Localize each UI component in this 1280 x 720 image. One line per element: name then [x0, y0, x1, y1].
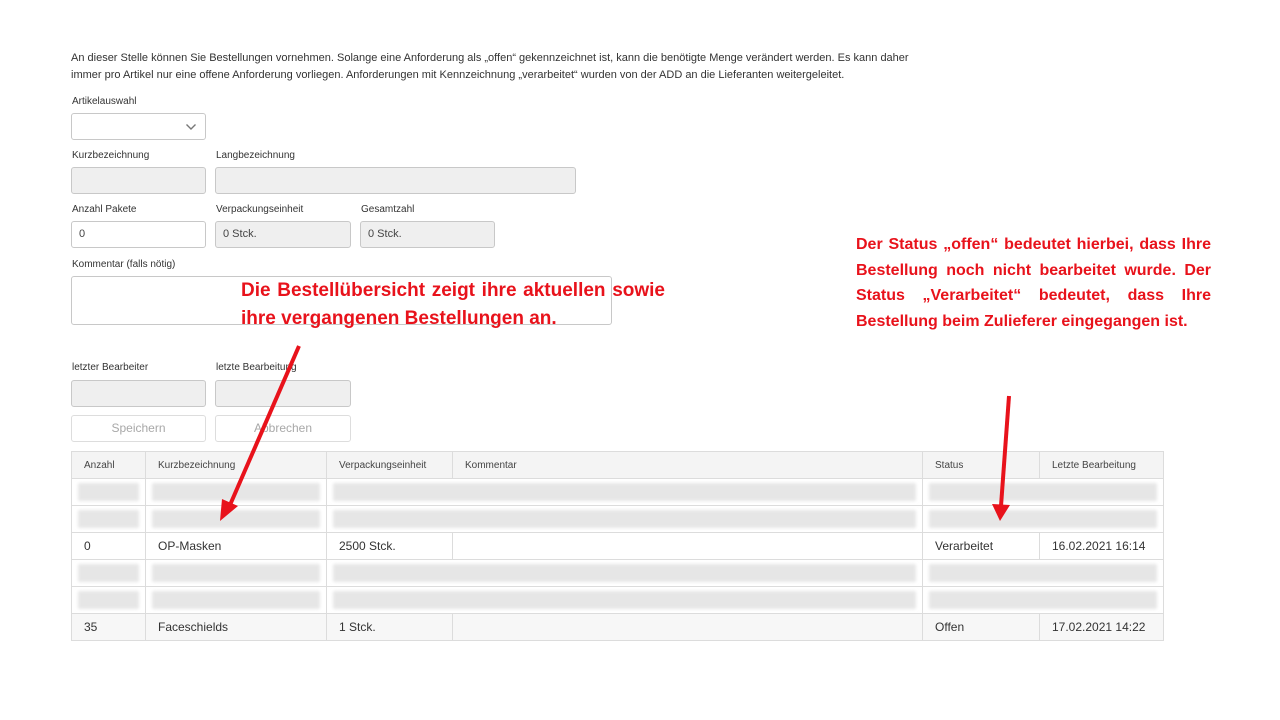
verpackungseinheit-label: Verpackungseinheit	[216, 204, 304, 215]
redacted-cell	[922, 505, 1164, 533]
letzter-bearbeiter-label: letzter Bearbeiter	[72, 362, 149, 373]
cell-status: Offen	[922, 613, 1040, 641]
artikelauswahl-label: Artikelauswahl	[72, 96, 137, 107]
letzter-bearbeiter-field	[71, 380, 206, 407]
annotation-overview: Die Bestellübersicht zeigt ihre aktuelle…	[241, 280, 665, 329]
gesamtzahl-label: Gesamtzahl	[361, 204, 415, 215]
redacted-cell	[922, 478, 1164, 506]
table-row[interactable]: 0 OP-Masken 2500 Stck. Verarbeitet 16.02…	[71, 532, 1164, 560]
cell-verpackungseinheit: 1 Stck.	[326, 613, 453, 641]
intro-line-1: An dieser Stelle können Sie Bestellungen…	[71, 52, 909, 64]
annotation-status: Der Status „offen“ bedeutet hierbei, das…	[856, 236, 1211, 330]
intro-text: An dieser Stelle können Sie Bestellungen…	[71, 50, 991, 84]
cell-letzte-bearbeitung: 16.02.2021 16:14	[1039, 532, 1164, 560]
column-header-letzte-bearbeitung[interactable]: Letzte Bearbeitung	[1039, 451, 1164, 479]
column-header-status[interactable]: Status	[922, 451, 1040, 479]
column-header-verpackungseinheit[interactable]: Verpackungseinheit	[326, 451, 453, 479]
redacted-cell	[922, 586, 1164, 614]
table-row-redacted[interactable]	[71, 559, 1164, 587]
redacted-cell	[71, 478, 146, 506]
kommentar-label: Kommentar (falls nötig)	[72, 259, 176, 270]
intro-line-2: immer pro Artikel nur eine offene Anford…	[71, 69, 845, 81]
cell-anzahl: 35	[71, 613, 146, 641]
redacted-cell	[71, 586, 146, 614]
redacted-cell	[145, 586, 327, 614]
redacted-cell	[145, 478, 327, 506]
orders-table: Anzahl Kurzbezeichnung Verpackungseinhei…	[71, 451, 1164, 641]
table-header-row: Anzahl Kurzbezeichnung Verpackungseinhei…	[71, 451, 1164, 479]
table-row[interactable]: 35 Faceschields 1 Stck. Offen 17.02.2021…	[71, 613, 1164, 641]
table-row-redacted[interactable]	[71, 505, 1164, 533]
redacted-cell	[71, 559, 146, 587]
save-button[interactable]: Speichern	[71, 415, 206, 442]
verpackungseinheit-field: 0 Stck.	[215, 221, 351, 248]
redacted-cell	[145, 559, 327, 587]
redacted-cell	[326, 505, 923, 533]
chevron-down-icon	[186, 124, 196, 130]
cell-kurzbezeichnung: Faceschields	[145, 613, 327, 641]
kurzbezeichnung-field	[71, 167, 206, 194]
langbezeichnung-field	[215, 167, 576, 194]
cell-letzte-bearbeitung: 17.02.2021 14:22	[1039, 613, 1164, 641]
artikelauswahl-select[interactable]	[71, 113, 206, 140]
column-header-anzahl[interactable]: Anzahl	[71, 451, 146, 479]
anzahl-pakete-label: Anzahl Pakete	[72, 204, 137, 215]
cell-kurzbezeichnung: OP-Masken	[145, 532, 327, 560]
table-row-redacted[interactable]	[71, 478, 1164, 506]
cell-anzahl: 0	[71, 532, 146, 560]
anzahl-pakete-input[interactable]: 0	[71, 221, 206, 248]
redacted-cell	[145, 505, 327, 533]
column-header-kurzbezeichnung[interactable]: Kurzbezeichnung	[145, 451, 327, 479]
redacted-cell	[922, 559, 1164, 587]
column-header-kommentar[interactable]: Kommentar	[452, 451, 923, 479]
redacted-cell	[326, 586, 923, 614]
redacted-cell	[71, 505, 146, 533]
cell-status: Verarbeitet	[922, 532, 1040, 560]
redacted-cell	[326, 559, 923, 587]
langbezeichnung-label: Langbezeichnung	[216, 150, 295, 161]
cancel-button[interactable]: Abbrechen	[215, 415, 351, 442]
gesamtzahl-field: 0 Stck.	[360, 221, 495, 248]
cell-kommentar	[452, 613, 923, 641]
redacted-cell	[326, 478, 923, 506]
letzte-bearbeitung-label: letzte Bearbeitung	[216, 362, 297, 373]
letzte-bearbeitung-field	[215, 380, 351, 407]
table-row-redacted[interactable]	[71, 586, 1164, 614]
cell-verpackungseinheit: 2500 Stck.	[326, 532, 453, 560]
kurzbezeichnung-label: Kurzbezeichnung	[72, 150, 150, 161]
cell-kommentar	[452, 532, 923, 560]
